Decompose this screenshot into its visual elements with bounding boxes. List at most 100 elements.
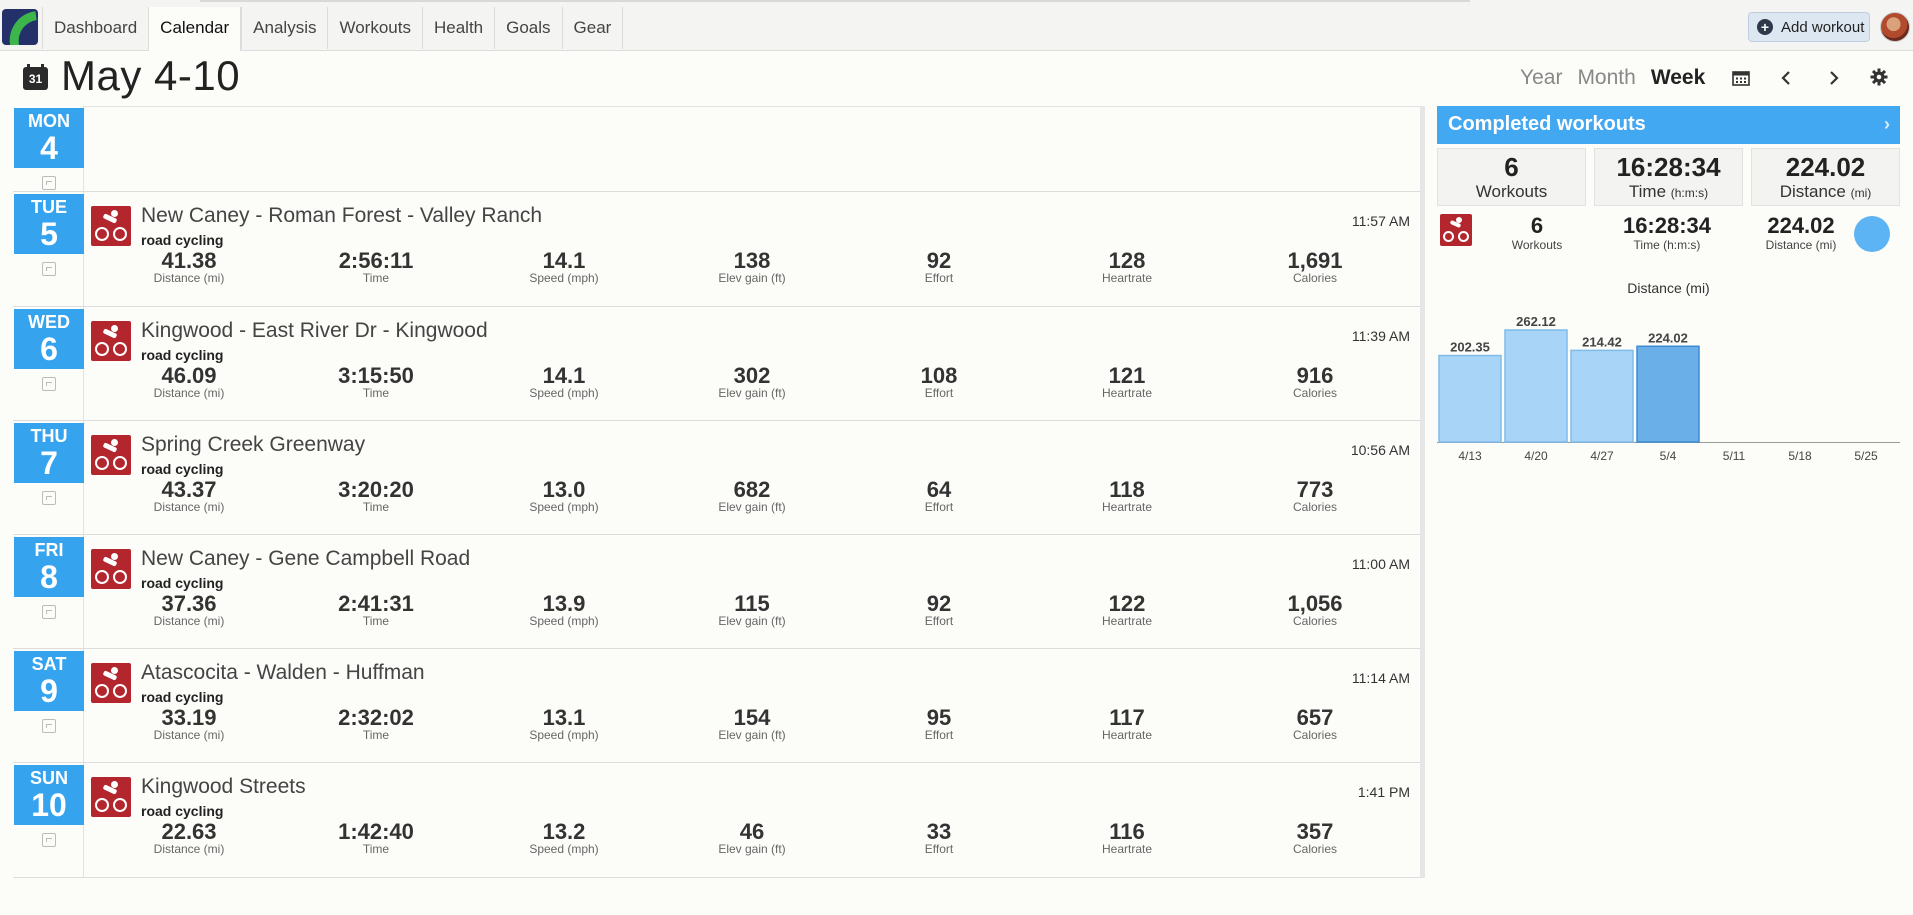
distance-chart: 202.35 4/13 262.12 4/20 214.42 4/27 224.02 5/4 5… [1437,302,1900,472]
add-workout-icon[interactable] [42,176,56,190]
metric-value: 2:56:11 [338,248,414,273]
workout-title[interactable]: Atascocita - Walden - Huffman [141,661,425,685]
day-row-sun: SUN 10 Kingwood Streets road cycling 1:4… [13,763,1420,878]
metric-value: 302 [733,363,771,388]
day-badge: MON 4 [14,108,84,168]
metric-label: Speed (mph) [529,386,599,400]
top-nav: Dashboard Calendar Analysis Workouts Hea… [0,0,1913,51]
summary-title: Completed workouts [1448,113,1646,135]
view-year[interactable]: Year [1520,66,1562,90]
metric-label: Speed (mph) [529,842,599,856]
metric-label: Elev gain (ft) [718,386,786,400]
metric-value: 13.9 [542,591,586,616]
metric-value: 3:20:20 [338,477,414,502]
metric-effort: 64 Effort [869,479,1009,514]
avatar[interactable] [1880,12,1910,42]
metric-label: Calories [1292,386,1337,400]
metric-elev-gain: 154 Elev gain (ft) [682,707,822,742]
metric-label: Calories [1292,728,1337,742]
chart-data-label: 202.35 [1450,340,1490,355]
tab-gear[interactable]: Gear [561,7,624,49]
chart-tick-label: 4/13 [1458,449,1482,463]
metric-calories: 1,691 Calories [1245,250,1385,285]
workout-time: 11:39 AM [1351,328,1410,344]
metric-label: Time [362,271,390,285]
chart-bar [1570,349,1634,443]
sport-label: Time (h:m:s) [1633,238,1701,252]
day-of-week: TUE [31,197,67,217]
chart-tick-label: 4/20 [1524,449,1548,463]
total-unit: (h:m:s) [1670,186,1709,200]
add-workout-icon[interactable] [42,605,56,619]
tab-calendar[interactable]: Calendar [148,7,242,51]
workout-title[interactable]: New Caney - Roman Forest - Valley Ranch [141,204,542,228]
workout-title[interactable]: Kingwood Streets [141,775,306,799]
chevron-right-icon[interactable] [1820,66,1846,92]
sport-summary-row: 6 Workouts 16:28:34 Time (h:m:s) 224.02 Dis… [1437,206,1900,266]
day-row-thu: THU 7 Spring Creek Greenway road cycling… [13,421,1420,535]
gear-icon[interactable] [1866,66,1892,92]
main-tabs: Dashboard Calendar Analysis Workouts Hea… [42,7,624,51]
metric-value: 33 [926,819,952,844]
total-label-text: Time [1628,182,1667,201]
metric-value: 122 [1108,591,1146,616]
metric-elev-gain: 46 Elev gain (ft) [682,821,822,856]
metric-effort: 92 Effort [869,593,1009,628]
total-value: 16:28:34 [1616,152,1721,182]
sport-value: 6 [1530,213,1544,238]
metric-label: Elev gain (ft) [718,271,786,285]
add-workout-icon[interactable] [42,833,56,847]
metric-label: Effort [924,614,954,628]
metric-distance: 22.63 Distance (mi) [119,821,259,856]
metric-label: Heartrate [1101,614,1153,628]
app-logo[interactable] [2,9,38,45]
workout-time: 10:56 AM [1350,442,1410,458]
metric-value: 95 [926,705,952,730]
add-workout-icon[interactable] [42,491,56,505]
week-list: MON 4 TUE 5 New Caney - Roman Forest - V… [13,106,1425,878]
metric-value: 14.1 [542,363,586,388]
tab-goals[interactable]: Goals [494,7,561,49]
tab-analysis[interactable]: Analysis [241,7,327,49]
chevron-left-icon[interactable] [1774,66,1800,92]
add-workout-icon[interactable] [42,719,56,733]
total-label: Distance (mi) [1752,182,1899,203]
workout-time: 11:14 AM [1351,670,1410,686]
view-week[interactable]: Week [1651,66,1705,90]
workout-title[interactable]: New Caney - Gene Campbell Road [141,547,470,571]
add-workout-icon[interactable] [42,262,56,276]
metric-label: Time [362,614,390,628]
add-workout-icon[interactable] [42,377,56,391]
tab-health[interactable]: Health [421,7,494,49]
metric-label: Effort [924,271,954,285]
workout-title[interactable]: Kingwood - East River Dr - Kingwood [141,319,488,343]
workout-title[interactable]: Spring Creek Greenway [141,433,365,457]
day-badge: WED 6 [14,309,84,369]
metric-time: 1:42:40 Time [306,821,446,856]
metric-label: Heartrate [1101,728,1153,742]
metric-value: 22.63 [161,819,217,844]
metric-value: 118 [1109,477,1145,502]
metric-elev-gain: 115 Elev gain (ft) [682,593,822,628]
road-cycling-icon [91,663,131,703]
metric-effort: 95 Effort [869,707,1009,742]
metric-label: Speed (mph) [529,500,599,514]
tab-dashboard[interactable]: Dashboard [42,7,148,49]
sport-time: 16:28:34 Time (h:m:s) [1602,214,1732,253]
metric-value: 916 [1296,363,1334,388]
metric-speed: 14.1 Speed (mph) [494,250,634,285]
view-month[interactable]: Month [1577,66,1635,90]
chart-tick-label: 5/18 [1788,449,1812,463]
metric-label: Heartrate [1101,842,1153,856]
road-cycling-icon [91,549,131,589]
tab-workouts[interactable]: Workouts [327,7,422,49]
browser-scrollbar [200,0,1470,2]
metric-elev-gain: 302 Elev gain (ft) [682,365,822,400]
add-workout-button[interactable]: + Add workout [1748,12,1870,42]
metric-value: 92 [926,591,952,616]
day-row-tue: TUE 5 New Caney - Roman Forest - Valley … [13,192,1420,307]
metric-time: 2:32:02 Time [306,707,446,742]
day-of-week: SUN [29,768,68,788]
calendar-picker-icon[interactable] [1728,66,1754,92]
summary-header[interactable]: Completed workouts › [1437,106,1900,144]
